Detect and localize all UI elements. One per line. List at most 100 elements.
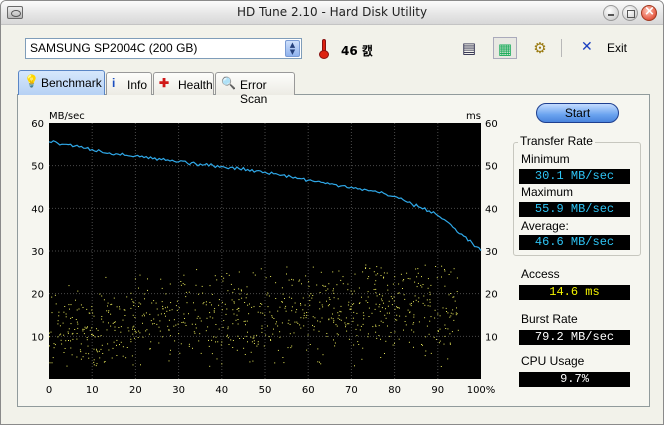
access-point [403,329,404,331]
access-point [392,344,394,346]
access-point [426,325,428,327]
access-point [347,323,349,325]
access-point [348,338,350,340]
access-point [394,319,396,321]
access-point [113,341,115,343]
access-point [390,332,392,333]
access-point [99,293,101,295]
access-point [380,357,382,358]
spinner-arrows-icon[interactable]: ▲ ▼ [285,40,300,57]
title-bar[interactable]: HD Tune 2.10 - Hard Disk Utility [1,1,663,25]
access-point [233,302,235,304]
access-point [417,268,419,270]
access-point [159,330,161,332]
access-point [194,309,196,311]
y-tick-label-left: 20 [31,290,44,301]
access-point [102,353,104,354]
access-point [402,288,403,289]
access-point [80,358,82,360]
access-point [130,292,132,294]
access-point [85,352,87,354]
access-point [381,307,383,309]
access-point [114,329,116,331]
access-point [76,333,78,334]
access-point [300,304,302,306]
tab-error-scan[interactable]: 🔍 Error Scan [215,72,295,106]
access-point [340,319,342,321]
tab-info[interactable]: i Info [106,72,152,95]
drive-select[interactable]: SAMSUNG SP2004C (200 GB) ▲ ▼ [25,38,302,59]
access-point [333,320,335,322]
maximize-button[interactable] [622,5,638,21]
minimum-label: Minimum [521,152,570,166]
access-point [257,341,259,343]
access-point [417,272,419,274]
access-point [282,293,284,295]
access-point [375,325,377,327]
access-point [333,339,334,341]
access-point [347,304,349,306]
close-button[interactable] [641,4,657,21]
access-point [430,352,432,354]
access-point [218,304,220,306]
access-point [183,274,185,276]
access-point [369,267,371,269]
access-point [281,287,283,289]
access-point [118,327,120,328]
access-point [291,306,293,308]
access-point [122,355,124,357]
access-point [333,297,335,299]
minimize-button[interactable] [603,5,619,21]
access-point [410,305,412,307]
save-button[interactable]: ▦ [493,37,517,59]
access-point [272,333,274,335]
access-point [112,322,114,324]
access-point [227,326,229,328]
options-button[interactable]: ⚙ [528,37,552,59]
access-point [413,301,414,303]
access-point [317,348,319,350]
access-point [447,312,449,314]
tab-health[interactable]: ✚ Health [153,72,214,95]
access-point [86,308,88,310]
access-point [147,278,148,280]
access-point [83,333,85,335]
access-point [98,350,100,352]
access-point [365,300,367,302]
access-point [387,305,389,307]
copy-button[interactable]: ▤ [457,37,481,59]
access-point [150,341,152,343]
start-button[interactable]: Start [536,103,619,123]
access-point [237,335,239,337]
access-point [260,303,262,304]
access-point [96,363,98,365]
access-point [50,331,52,333]
access-point [223,320,225,321]
access-point [134,278,136,280]
access-point [396,314,398,316]
access-point [336,284,338,286]
access-point [322,284,324,286]
access-point [411,329,413,331]
access-point [238,310,240,312]
access-point [236,314,238,316]
access-point [182,321,184,323]
access-point [444,335,446,337]
access-point [186,302,188,304]
access-point [175,324,177,326]
access-point [336,325,338,327]
access-point [313,326,315,328]
access-point [51,312,53,314]
access-point [271,316,273,318]
health-cross-icon: ✚ [159,76,170,90]
tab-benchmark[interactable]: 💡 Benchmark [18,70,105,95]
access-point [86,337,88,338]
maximum-value: 55.9 MB/sec [519,202,630,217]
access-point [443,343,445,345]
y-tick-label-right: 30 [485,247,498,258]
access-point [362,271,364,273]
access-point [83,328,85,330]
access-point [423,295,425,297]
access-point [101,295,103,297]
access-point [456,307,457,309]
